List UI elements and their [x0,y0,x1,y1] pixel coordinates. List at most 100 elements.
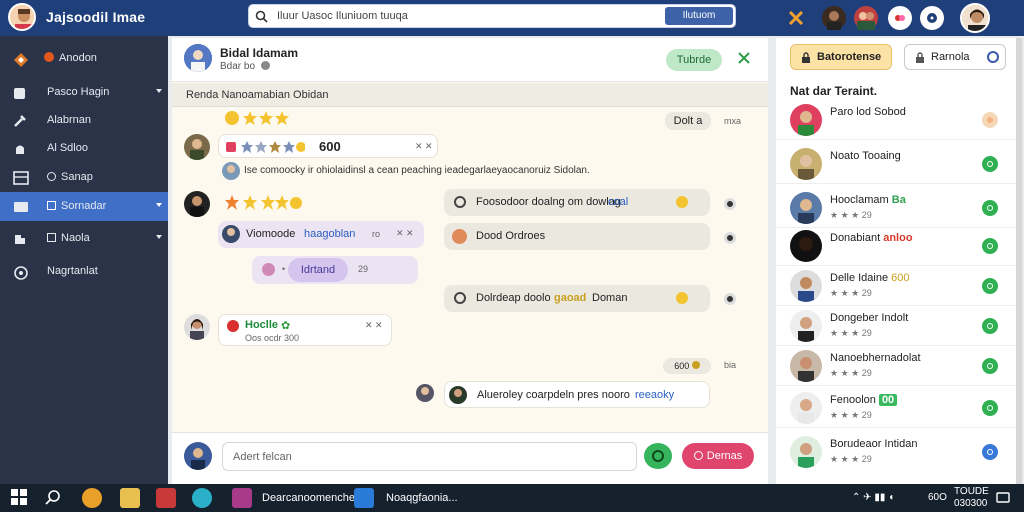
emoji-icon [452,229,467,244]
status-dot [982,358,998,374]
date-chip: Dolt a [665,112,711,130]
tab-other[interactable]: Rarnola [904,44,1006,70]
contact-name: Hooclamam Ba [830,194,906,206]
search-icon [255,10,268,23]
sidebar-item-home[interactable]: Anodon [0,44,168,73]
folder-icon[interactable] [120,488,140,508]
windows-start-icon[interactable] [10,488,30,508]
search-icon[interactable] [44,488,64,508]
message-bubble: Foosodoor doalng om dowlag coal [444,189,710,216]
sidebar-item-sdloo[interactable]: Al Sdloo [0,134,168,163]
send-button[interactable]: Dernas [682,443,754,469]
taskbar: Dearcanoomenche Noaqgfaonia... ⌃ ✈ ▮▮ ◖ … [0,484,1024,512]
person-icon[interactable] [822,6,846,30]
contact-row[interactable]: Nanoebhernadolat ★ ★ ★ 29 [776,346,1016,386]
contact-row[interactable]: Donabiant anloo [776,226,1016,266]
browser-icon[interactable] [82,488,102,508]
contact-avatar [790,392,822,424]
scrollbar[interactable] [1016,38,1022,484]
tray-icons[interactable]: ⌃ ✈ ▮▮ ◖ [852,492,894,503]
contact-avatar [790,192,822,224]
contact-name: Noato Tooaing [830,150,901,162]
contact-row[interactable]: Dongeber Indolt ★ ★ ★ 29 [776,306,1016,346]
sidebar-item-sanap[interactable]: Sanap [0,163,168,192]
app-avatar[interactable] [8,3,36,31]
status-dot [982,400,998,416]
status-dot [982,444,998,460]
sidebar-item-label: Nagrtanlat [47,265,98,277]
contact-avatar[interactable] [184,44,212,72]
contact-avatar [790,230,822,262]
contact-row[interactable]: Borudeaor Intidan ★ ★ ★ 29 [776,432,1016,472]
close-icon[interactable] [738,52,750,64]
message-mini-avatar [222,225,240,243]
message-highlight: coal [608,196,629,208]
more-icon[interactable] [724,232,736,244]
message-actions[interactable]: ✕ ✕ [396,228,414,239]
tag-pill[interactable]: Idrtand [288,258,348,282]
emoji-button[interactable] [644,443,672,469]
contact-row[interactable]: Noato Tooaing [776,144,1016,184]
message-input-placeholder: Adert felcan [233,451,292,463]
app-icon[interactable] [354,488,374,508]
message-text: Alueroley coarpdeln pres nooro [477,389,630,401]
chat-panel: Bidal Idamam Bdar bo Tubrde Renda Nanoam… [172,38,768,484]
contact-row[interactable]: Fenoolon 00 ★ ★ ★ 29 [776,388,1016,428]
message-avatar[interactable] [184,191,210,217]
puzzle-icon[interactable] [784,6,808,30]
message-name: Hoclle [245,319,279,331]
subheader-text: Renda Nanoamabian Obidan [186,89,329,101]
message-avatar[interactable] [184,314,210,340]
sidebar-item-sornadar[interactable]: Sornadar [0,192,168,221]
sidebar-item-nagrtanlat[interactable]: Nagrtanlat [0,257,168,286]
message-actions[interactable]: ✕ ✕ [365,320,383,331]
message-avatar[interactable] [184,134,210,160]
more-icon[interactable] [724,198,736,210]
tab-active[interactable]: Batorotense [790,44,892,70]
tray-text: 60O [928,492,947,503]
chat-header: Bidal Idamam Bdar bo Tubrde [172,38,768,82]
search-bar[interactable]: Iluur Uasoc Iluniuom tuuqa Ilutuom [248,4,736,28]
contacts-panel: Batorotense Rarnola Nat dar Teraint. Par… [776,38,1016,484]
search-button[interactable]: Ilutuom [665,7,733,25]
edge-icon[interactable] [192,488,212,508]
help-icon[interactable] [920,6,944,30]
grid-icon [13,171,29,185]
contact-avatar [790,270,822,302]
info-icon [987,51,999,63]
app-icon[interactable] [232,488,252,508]
taskbar-app[interactable]: Dearcanoomenche [262,486,355,510]
message-actions[interactable]: ✕ ✕ [415,141,433,152]
more-icon[interactable] [724,293,736,305]
message-bubble: Alueroley coarpdeln pres nooro reeaoky [444,381,710,408]
send-button-label: Dernas [706,450,743,462]
message-bubble: • Idrtand 29 [252,256,418,284]
sidebar-item-pasco[interactable]: Pasco Hagin [0,78,168,107]
call-button[interactable]: Tubrde [666,49,722,71]
store-icon[interactable] [156,488,176,508]
tab-label: Batorotense [817,51,882,63]
notification-icon[interactable] [996,492,1010,504]
taskbar-app[interactable]: Noaqgfaonia... [386,486,458,510]
message-counter: 600 [319,139,341,154]
user-avatar[interactable] [960,3,990,33]
contact-name: Nanoebhernadolat [830,352,921,364]
sidebar-item-naola[interactable]: Naola [0,224,168,253]
contact-rating: ★ ★ ★ 29 [830,288,872,298]
reaction-icons [226,141,305,153]
lock-icon [915,52,925,64]
self-avatar[interactable] [184,442,212,470]
contact-avatar [790,104,822,136]
contact-row[interactable]: Paro lod Sobod [776,100,1016,140]
contact-status: Bdar bo [220,61,270,72]
status-dot [982,112,998,128]
contact-row[interactable]: Delle Idaine 600 ★ ★ ★ 29 [776,266,1016,306]
message-input[interactable]: Adert felcan [222,442,637,471]
contact-row[interactable]: Hooclamam Ba ★ ★ ★ 29 [776,188,1016,228]
message-text: Ise comoocky ir ohiolaidinsl a cean peac… [244,165,590,176]
people-icon[interactable] [854,6,878,30]
folder-icon [13,86,27,100]
notification-icon[interactable] [888,6,912,30]
sidebar-item-alabrnan[interactable]: Alabrnan [0,106,168,135]
search-input[interactable]: Iluur Uasoc Iluniuom tuuqa [277,10,408,22]
